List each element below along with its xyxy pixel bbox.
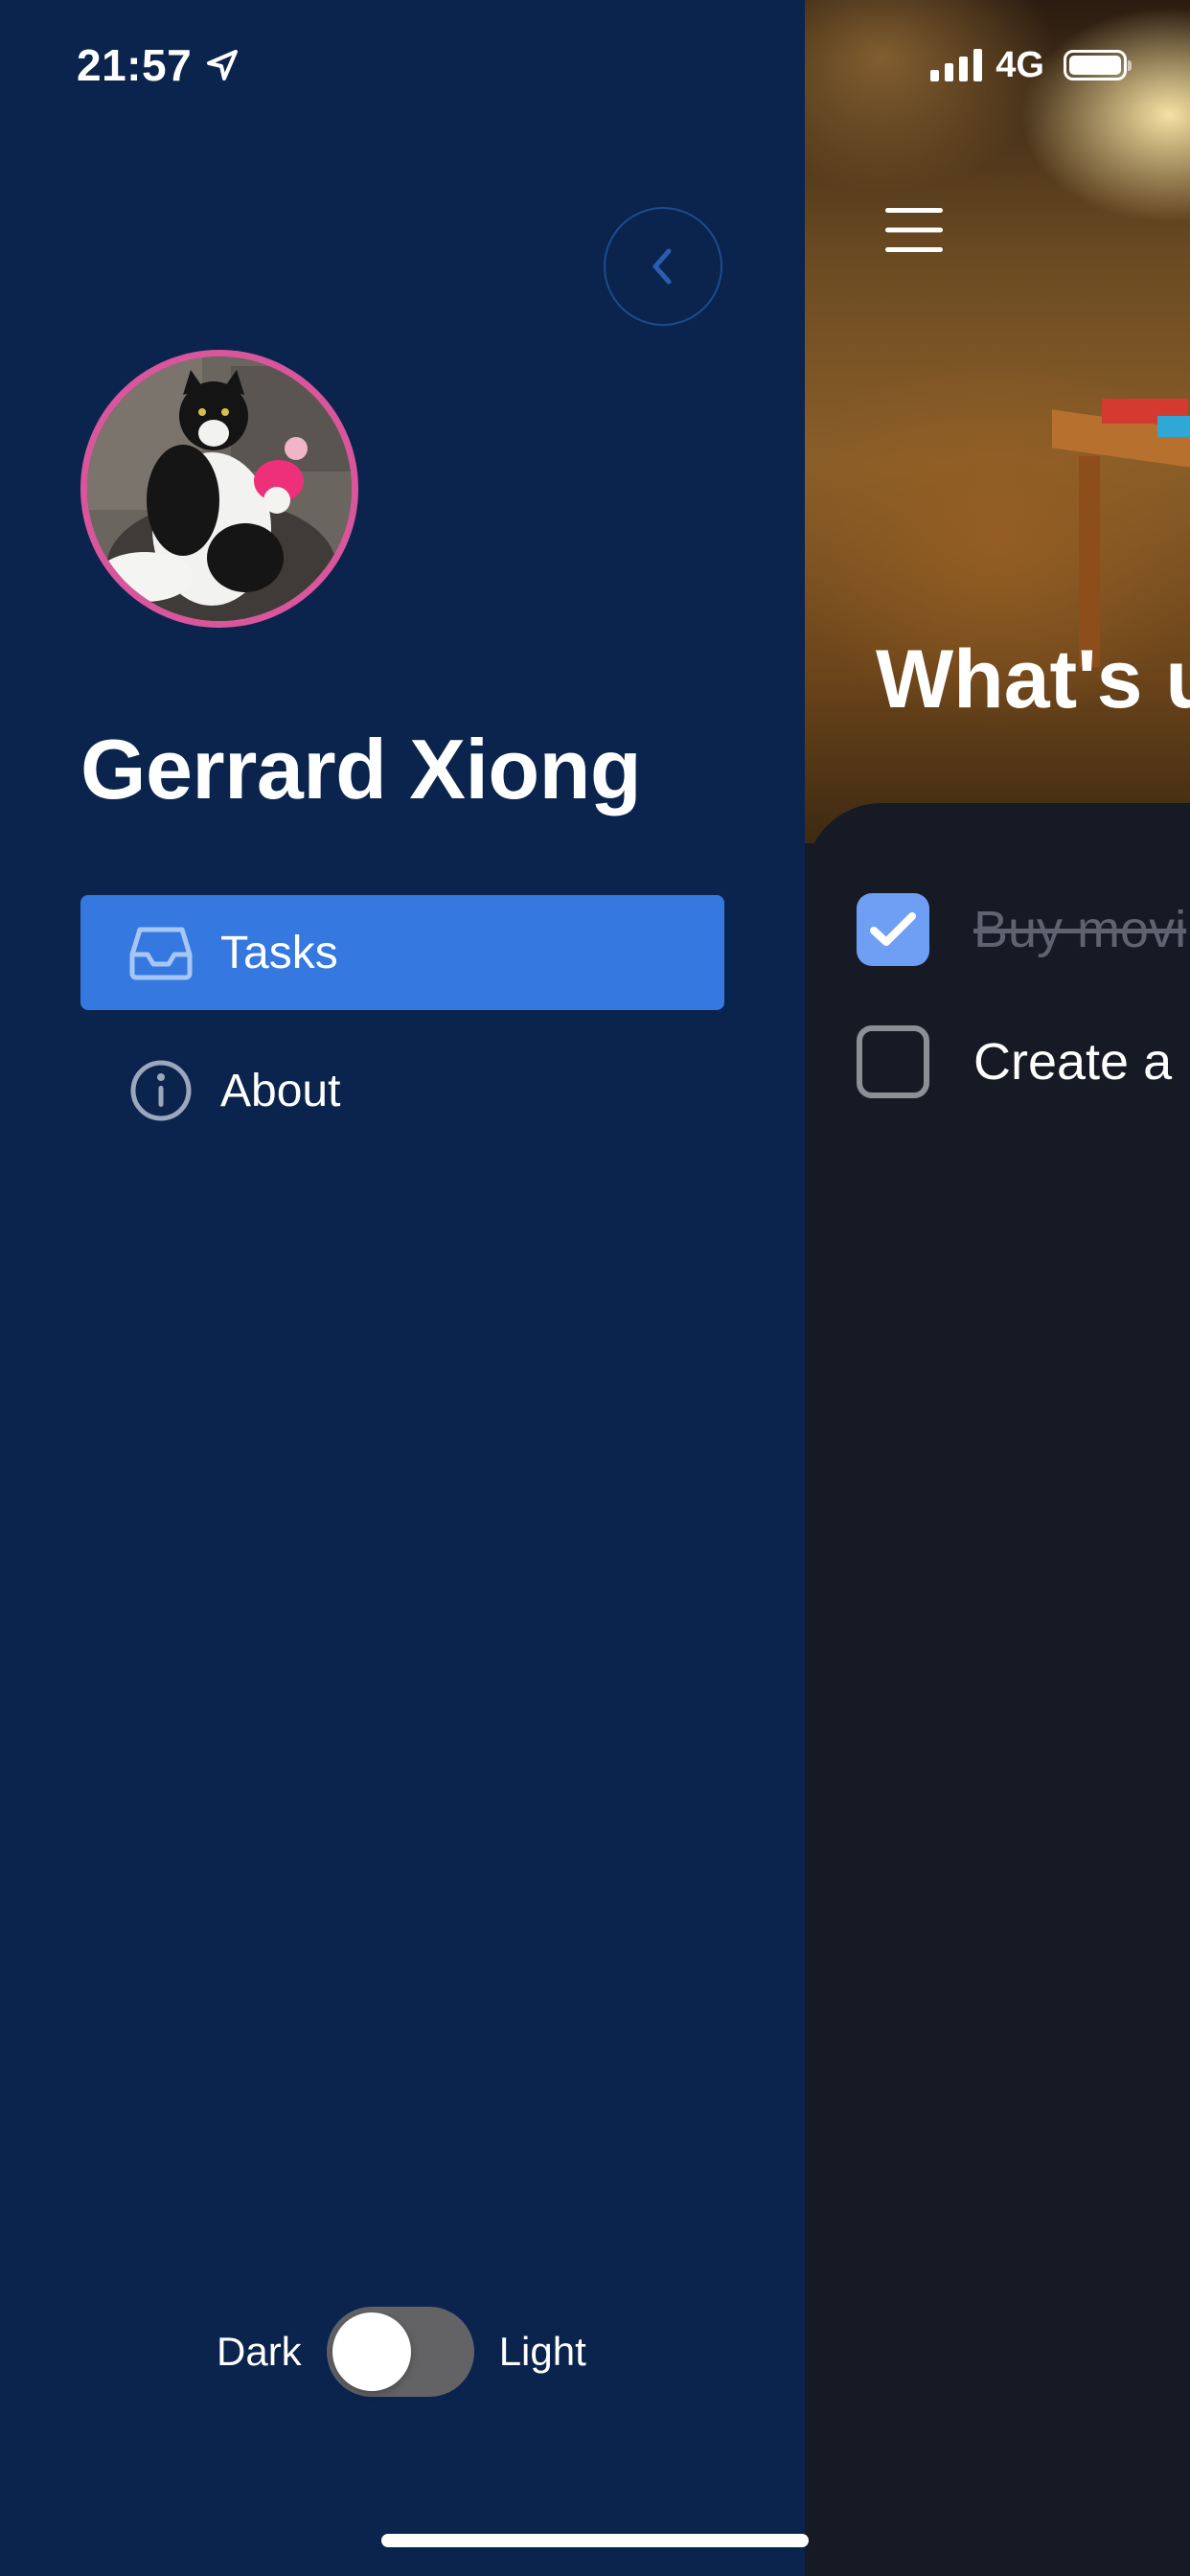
task-checkbox[interactable] [857, 1025, 929, 1098]
info-circle-icon [128, 1058, 194, 1123]
task-label: Create a [973, 1033, 1173, 1091]
status-bar-indicators: 4G [930, 42, 1132, 88]
chevron-left-icon [652, 248, 672, 285]
menu-button[interactable] [876, 192, 952, 268]
avatar[interactable] [80, 350, 358, 628]
close-drawer-button[interactable] [604, 207, 722, 326]
user-name: Gerrard Xiong [80, 722, 642, 816]
theme-light-label: Light [498, 2329, 586, 2374]
hamburger-menu-icon [885, 208, 943, 252]
inbox-icon [128, 920, 194, 985]
main-content: What's u Buy movi Create a [805, 0, 1190, 2576]
nav-item-tasks[interactable]: Tasks [80, 895, 724, 1010]
network-type: 4G [995, 44, 1044, 85]
task-label: Buy movi [973, 901, 1187, 958]
home-indicator[interactable] [381, 2534, 809, 2547]
checkmark-icon [870, 912, 916, 946]
battery-level-fill [1069, 56, 1121, 75]
task-item[interactable]: Buy movi [857, 891, 1186, 968]
task-checkbox-checked[interactable] [857, 893, 929, 966]
theme-dark-label: Dark [217, 2329, 302, 2374]
status-time-text: 21:57 [77, 40, 193, 90]
page-title: What's u [876, 633, 1190, 725]
cellular-signal-icon [930, 49, 983, 81]
location-arrow-icon [207, 50, 239, 80]
status-bar-time: 21:57 [77, 38, 241, 92]
theme-switch-row: Dark Light [217, 2306, 586, 2398]
theme-toggle-knob[interactable] [332, 2312, 411, 2391]
theme-toggle[interactable] [326, 2307, 474, 2397]
nav-item-label: Tasks [220, 927, 338, 978]
app-screen: What's u Buy movi Create a Gerrard Xiong… [0, 0, 1190, 2576]
nav-item-about[interactable]: About [80, 1033, 724, 1148]
hero-blue-box [1157, 416, 1190, 437]
nav-item-label: About [220, 1065, 341, 1116]
cat-photo [87, 356, 352, 621]
task-item[interactable]: Create a [857, 1024, 1172, 1100]
side-drawer: Gerrard Xiong Tasks About Dark Light [0, 0, 805, 2576]
battery-icon [1064, 50, 1132, 80]
